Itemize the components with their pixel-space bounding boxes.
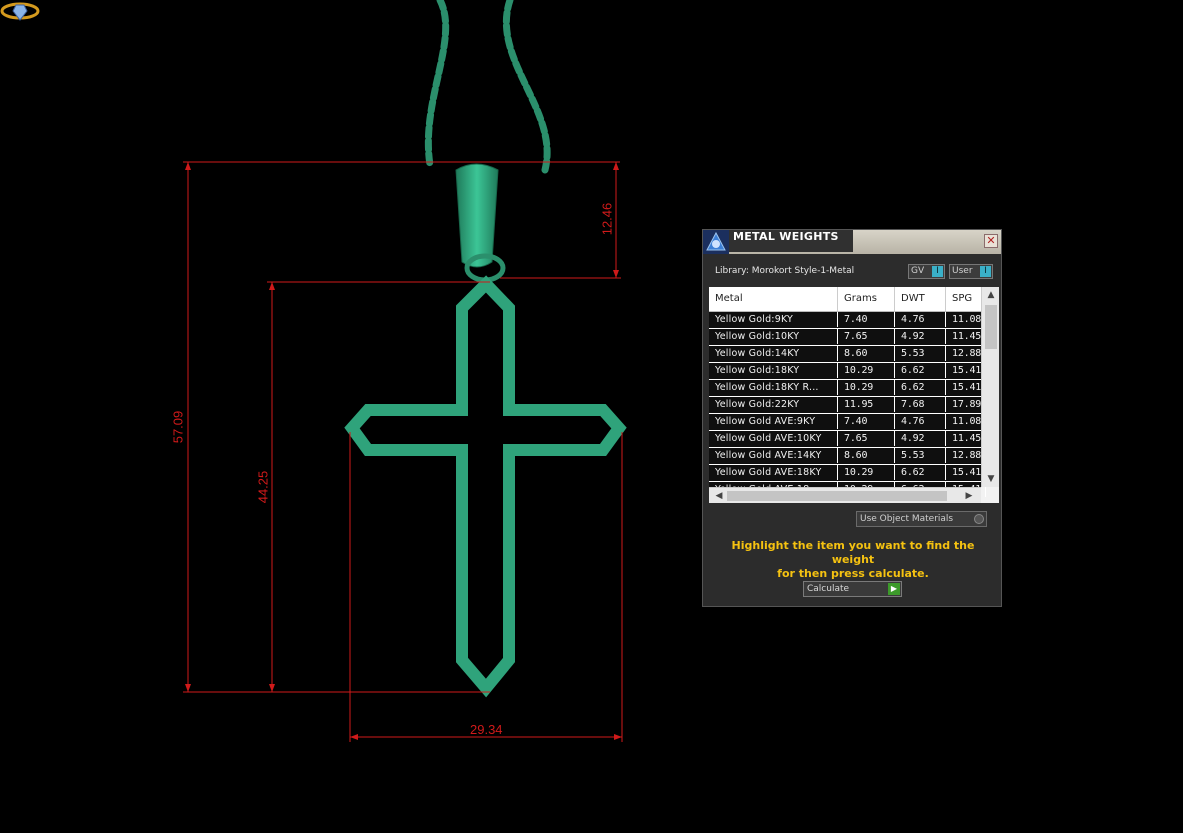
gv-toggle-knob: I: [932, 266, 943, 277]
cell-metal: Yellow Gold:22KY: [709, 397, 838, 412]
gv-label: GV: [911, 266, 925, 276]
user-label: User: [952, 266, 973, 276]
cell-dwt: 5.53: [895, 448, 946, 463]
user-toggle-knob: I: [980, 266, 991, 277]
cell-metal: Yellow Gold:10KY: [709, 329, 838, 344]
cell-metal: Yellow Gold AVE:9KY: [709, 414, 838, 429]
cell-metal: Yellow Gold:9KY: [709, 312, 838, 327]
cell-metal: Yellow Gold:18KY R...: [709, 380, 838, 395]
gv-toggle[interactable]: GV I: [908, 264, 945, 279]
table-row[interactable]: Yellow Gold AVE:18KY 10.29 6.62 15.41: [709, 465, 986, 482]
column-header-dwt[interactable]: DWT: [895, 287, 946, 311]
close-icon[interactable]: ✕: [984, 234, 998, 248]
cell-metal: Yellow Gold AVE:14KY: [709, 448, 838, 463]
user-toggle[interactable]: User I: [949, 264, 993, 279]
cell-spg: 17.89: [946, 397, 986, 412]
panel-titlebar[interactable]: METAL WEIGHTS ✕: [703, 230, 1001, 254]
cross-pendant: [344, 275, 627, 698]
cell-dwt: 6.62: [895, 380, 946, 395]
use-object-materials-toggle[interactable]: Use Object Materials: [856, 511, 987, 527]
column-header-spg[interactable]: SPG: [946, 287, 986, 311]
instruction-line-1: Highlight the item you want to find the …: [731, 539, 975, 566]
table-row[interactable]: Yellow Gold:22KY 11.95 7.68 17.89: [709, 397, 986, 414]
cell-dwt: 6.62: [895, 363, 946, 378]
cell-grams: 10.29: [838, 465, 895, 480]
cell-dwt: 4.92: [895, 431, 946, 446]
table-row[interactable]: Yellow Gold AVE:9KY 7.40 4.76 11.08: [709, 414, 986, 431]
table-row[interactable]: Yellow Gold:10KY 7.65 4.92 11.45: [709, 329, 986, 346]
table-row[interactable]: Yellow Gold:14KY 8.60 5.53 12.88: [709, 346, 986, 363]
cell-grams: 7.40: [838, 414, 895, 429]
dimension-bail-height: 12.46: [599, 202, 615, 236]
cell-spg: 15.41: [946, 380, 986, 395]
cell-spg: 11.45: [946, 431, 986, 446]
cell-spg: 15.41: [946, 465, 986, 480]
cell-spg: 11.08: [946, 414, 986, 429]
cell-metal: Yellow Gold:14KY: [709, 346, 838, 361]
table-row[interactable]: Yellow Gold:18KY 10.29 6.62 15.41: [709, 363, 986, 380]
table-body: Yellow Gold:9KY 7.40 4.76 11.08 Yellow G…: [709, 312, 986, 499]
cell-dwt: 7.68: [895, 397, 946, 412]
cell-grams: 7.65: [838, 431, 895, 446]
table-row[interactable]: Yellow Gold AVE:14KY 8.60 5.53 12.88: [709, 448, 986, 465]
dimension-body-height: 44.25: [255, 470, 271, 504]
dimension-width: 29.34: [470, 722, 503, 737]
cell-grams: 10.29: [838, 380, 895, 395]
vertical-scrollbar[interactable]: ▲ ▼: [981, 287, 999, 487]
cell-dwt: 4.92: [895, 329, 946, 344]
cell-grams: 7.65: [838, 329, 895, 344]
instruction-text: Highlight the item you want to find the …: [715, 539, 991, 581]
chain: [424, 0, 551, 174]
app-icon: [703, 230, 729, 254]
cell-dwt: 4.76: [895, 414, 946, 429]
scroll-up-icon[interactable]: ▲: [983, 289, 999, 301]
cell-metal: Yellow Gold AVE:18KY: [709, 465, 838, 480]
cell-grams: 7.40: [838, 312, 895, 327]
cell-spg: 12.88: [946, 448, 986, 463]
dimension-total-height: 57.09: [170, 410, 186, 444]
cell-dwt: 4.76: [895, 312, 946, 327]
play-icon: ▶: [888, 583, 900, 595]
column-header-grams[interactable]: Grams: [838, 287, 895, 311]
radio-icon: [974, 514, 984, 524]
scroll-down-icon[interactable]: ▼: [983, 473, 999, 485]
library-label: Library: Morokort Style-1-Metal: [715, 266, 855, 276]
table-header: Metal Grams DWT SPG: [709, 287, 981, 312]
bail: [455, 163, 499, 268]
scroll-left-icon[interactable]: ◀: [711, 490, 727, 502]
cell-dwt: 5.53: [895, 346, 946, 361]
vertical-scroll-thumb[interactable]: [985, 305, 997, 349]
column-header-metal[interactable]: Metal: [709, 287, 838, 311]
table-row[interactable]: Yellow Gold AVE:10KY 7.65 4.92 11.45: [709, 431, 986, 448]
cell-spg: 12.88: [946, 346, 986, 361]
scroll-right-icon[interactable]: ▶: [961, 490, 977, 502]
cell-spg: 15.41: [946, 363, 986, 378]
horizontal-scroll-thumb[interactable]: [727, 491, 947, 501]
calculate-button[interactable]: Calculate ▶: [803, 581, 902, 597]
metal-table: Metal Grams DWT SPG Yellow Gold:9KY 7.40…: [709, 287, 999, 503]
calculate-label: Calculate: [807, 584, 850, 594]
cell-grams: 10.29: [838, 363, 895, 378]
horizontal-scrollbar[interactable]: ◀ ▶: [709, 487, 981, 503]
cell-grams: 8.60: [838, 448, 895, 463]
cell-spg: 11.45: [946, 329, 986, 344]
cell-dwt: 6.62: [895, 465, 946, 480]
brand-logo-icon: [0, 2, 40, 21]
use-object-materials-label: Use Object Materials: [860, 514, 954, 524]
table-row[interactable]: Yellow Gold:9KY 7.40 4.76 11.08: [709, 312, 986, 329]
table-row[interactable]: Yellow Gold:18KY R... 10.29 6.62 15.41: [709, 380, 986, 397]
metal-weights-panel: METAL WEIGHTS ✕ Library: Morokort Style-…: [702, 229, 1002, 607]
cell-grams: 11.95: [838, 397, 895, 412]
cell-metal: Yellow Gold AVE:10KY: [709, 431, 838, 446]
cell-grams: 8.60: [838, 346, 895, 361]
instruction-line-2: for then press calculate.: [777, 567, 929, 580]
cell-metal: Yellow Gold:18KY: [709, 363, 838, 378]
cad-viewport[interactable]: 57.09 44.25 12.46 29.34: [0, 0, 1183, 833]
panel-title: METAL WEIGHTS: [729, 230, 853, 252]
cell-spg: 11.08: [946, 312, 986, 327]
